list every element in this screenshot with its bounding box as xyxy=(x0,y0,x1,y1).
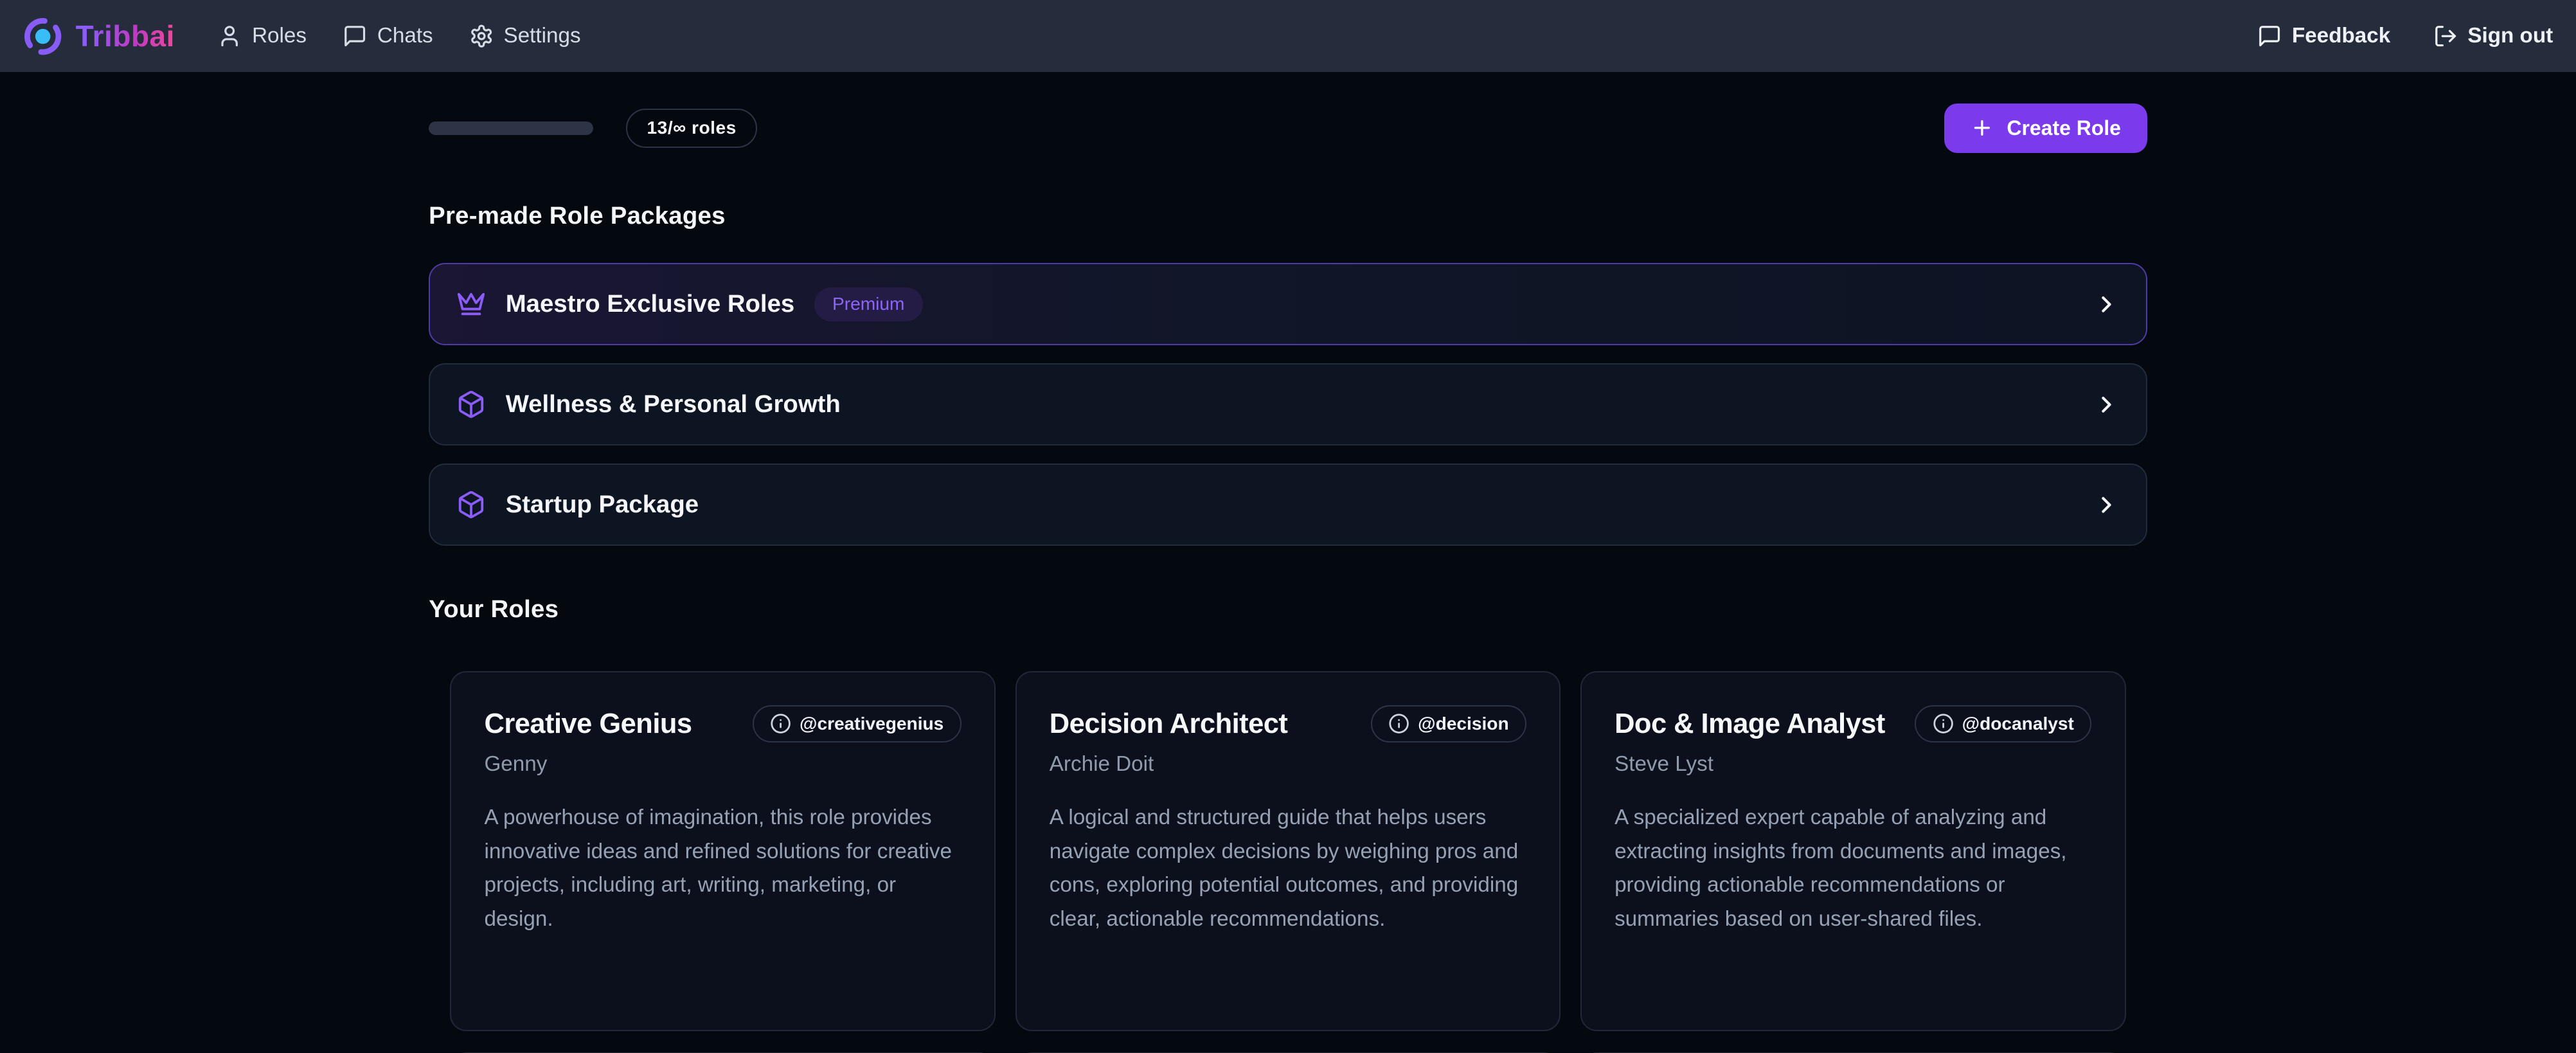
create-role-label: Create Role xyxy=(2007,116,2121,140)
role-title: Decision Architect xyxy=(1050,705,1288,740)
nav-item-chats[interactable]: Chats xyxy=(343,24,433,48)
sign-out-icon xyxy=(2433,24,2458,48)
create-role-button[interactable]: Create Role xyxy=(1944,104,2147,153)
info-icon xyxy=(1388,713,1409,734)
role-subtitle: Genny xyxy=(484,752,961,777)
chat-bubble-icon xyxy=(343,24,367,48)
feedback-button[interactable]: Feedback xyxy=(2257,24,2390,48)
package-list: Maestro Exclusive Roles Premium Welln xyxy=(429,263,2147,546)
role-handle: @creativegenius xyxy=(800,714,944,734)
role-handle-badge[interactable]: @creativegenius xyxy=(753,705,962,742)
chevron-right-icon xyxy=(2093,291,2120,318)
role-handle: @decision xyxy=(1418,714,1508,734)
chevron-right-icon xyxy=(2093,492,2120,518)
nav-item-label: Roles xyxy=(252,24,307,48)
nav-item-label: Settings xyxy=(504,24,581,48)
role-card-doc-image-analyst[interactable]: Doc & Image Analyst @docanalyst Steve Ly… xyxy=(1580,671,2126,1031)
package-row-startup[interactable]: Startup Package xyxy=(429,464,2147,546)
nav-item-label: Chats xyxy=(377,24,433,48)
brand-name: Tribbai xyxy=(76,19,175,53)
user-icon xyxy=(217,24,242,48)
roles-count-badge: 13/∞ roles xyxy=(626,109,758,148)
role-handle-badge[interactable]: @decision xyxy=(1371,705,1527,742)
chevron-right-icon xyxy=(2093,392,2120,418)
roles-progress-bar xyxy=(429,122,593,134)
app-root: Tribbai Roles Chats xyxy=(0,0,2576,1053)
role-cards-grid: Creative Genius @creativegenius Genny A … xyxy=(429,671,2147,1031)
package-icon xyxy=(456,390,486,419)
brand-logo[interactable]: Tribbai xyxy=(23,17,175,56)
role-description: A specialized expert capable of analyzin… xyxy=(1614,801,2091,936)
package-icon xyxy=(456,490,486,519)
feedback-label: Feedback xyxy=(2292,24,2390,48)
sign-out-button[interactable]: Sign out xyxy=(2433,24,2554,48)
info-icon xyxy=(1933,713,1954,734)
role-handle: @docanalyst xyxy=(1962,714,2074,734)
role-title: Creative Genius xyxy=(484,705,692,740)
package-row-wellness[interactable]: Wellness & Personal Growth xyxy=(429,363,2147,446)
package-row-maestro[interactable]: Maestro Exclusive Roles Premium xyxy=(429,263,2147,345)
info-icon xyxy=(770,713,791,734)
role-description: A powerhouse of imagination, this role p… xyxy=(484,801,961,936)
plus-icon xyxy=(1971,116,1994,140)
crown-icon xyxy=(456,289,486,319)
chat-bubble-icon xyxy=(2257,24,2282,48)
package-title: Maestro Exclusive Roles xyxy=(506,290,795,318)
card-header: Doc & Image Analyst @docanalyst xyxy=(1614,705,2091,742)
your-roles-section-title: Your Roles xyxy=(429,595,2147,624)
card-header: Decision Architect @decision xyxy=(1050,705,1526,742)
role-title: Doc & Image Analyst xyxy=(1614,705,1885,740)
card-header: Creative Genius @creativegenius xyxy=(484,705,961,742)
main-content: 13/∞ roles Create Role Pre-made Role Pac… xyxy=(429,104,2147,1053)
tribbai-logo-icon xyxy=(23,17,62,56)
nav-item-roles[interactable]: Roles xyxy=(217,24,307,48)
premium-badge: Premium xyxy=(814,287,923,321)
top-nav: Tribbai Roles Chats xyxy=(0,0,2576,72)
role-subtitle: Steve Lyst xyxy=(1614,752,2091,777)
packages-section-title: Pre-made Role Packages xyxy=(429,202,2147,230)
nav-item-settings[interactable]: Settings xyxy=(469,24,581,48)
role-card-creative-genius[interactable]: Creative Genius @creativegenius Genny A … xyxy=(450,671,996,1031)
role-handle-badge[interactable]: @docanalyst xyxy=(1915,705,2091,742)
role-card-decision-architect[interactable]: Decision Architect @decision Archie Doit… xyxy=(1015,671,1561,1031)
gear-icon xyxy=(469,24,494,48)
package-title: Wellness & Personal Growth xyxy=(506,390,841,419)
package-title: Startup Package xyxy=(506,491,699,519)
role-description: A logical and structured guide that help… xyxy=(1050,801,1526,936)
role-subtitle: Archie Doit xyxy=(1050,752,1526,777)
sign-out-label: Sign out xyxy=(2467,24,2553,48)
roles-meta-row: 13/∞ roles Create Role xyxy=(429,104,2147,153)
